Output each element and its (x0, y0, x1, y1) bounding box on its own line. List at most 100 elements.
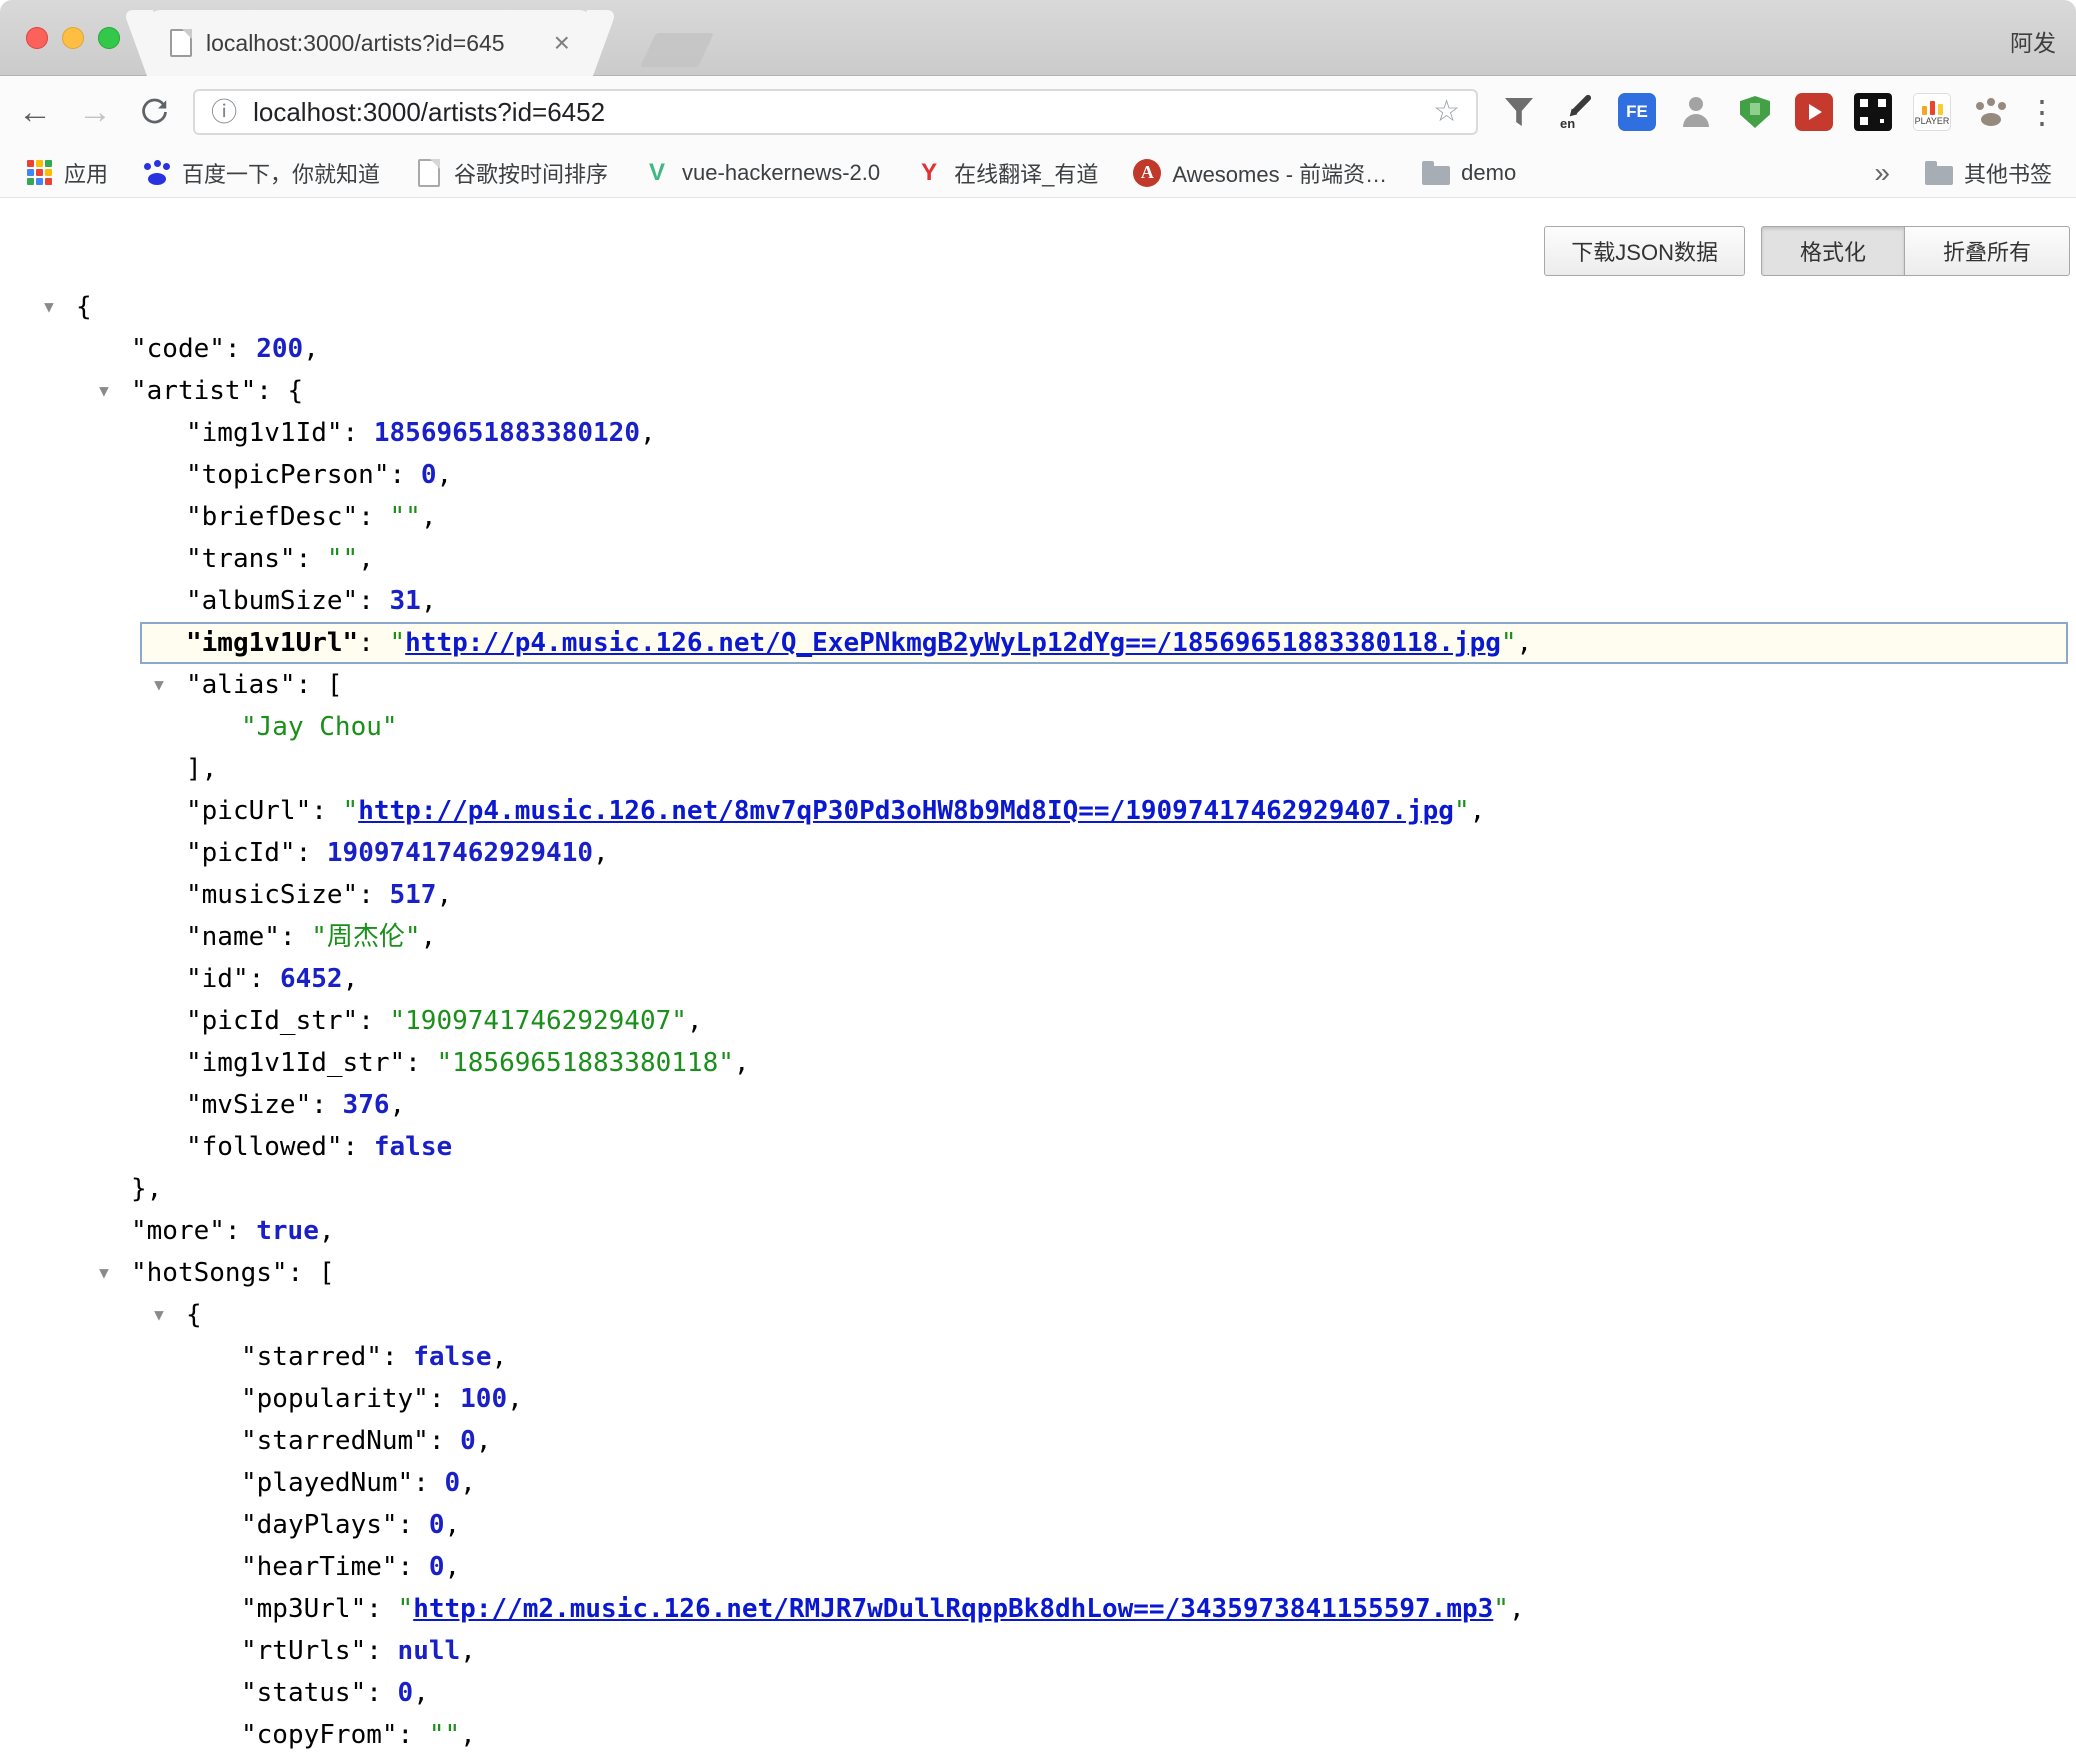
fullscreen-window-button[interactable] (98, 27, 120, 49)
fe-extension-icon[interactable]: FE (1618, 93, 1656, 131)
json-token-key: "picId_str" (186, 1006, 358, 1036)
paw-extension-icon[interactable] (1972, 93, 2010, 131)
json-token-key: "starredNum" (241, 1426, 429, 1456)
json-token-p: , (460, 1468, 476, 1498)
json-line: "mp3Url": "http://m2.music.126.net/RMJR7… (0, 1588, 2076, 1630)
json-token-p: : (398, 1720, 429, 1750)
json-token-str: "" (390, 502, 421, 532)
json-token-key: "topicPerson" (186, 460, 390, 490)
address-bar[interactable]: ⓘ localhost:3000/artists?id=6452 ☆ (193, 89, 1478, 135)
json-token-p: : (358, 880, 389, 910)
json-token-str: "周杰伦" (311, 922, 420, 952)
json-token-p: , (491, 1342, 507, 1372)
json-token-key: "picUrl" (186, 796, 311, 826)
json-token-key: "more" (131, 1216, 225, 1246)
json-tree: ▼{"code": 200,▼"artist": {"img1v1Id": 18… (0, 286, 2076, 1754)
tab-close-icon[interactable]: × (554, 29, 570, 57)
json-token-key: "picId" (186, 838, 296, 868)
json-line: "starredNum": 0, (0, 1420, 2076, 1462)
bookmark-awesomes[interactable]: A Awesomes - 前端资… (1132, 157, 1387, 189)
json-token-str: " (398, 1594, 414, 1624)
bookmark-star-icon[interactable]: ☆ (1433, 97, 1460, 127)
json-token-p: : [ (296, 670, 343, 700)
person-extension-icon[interactable] (1677, 93, 1715, 131)
json-token-str: "Jay Chou" (241, 712, 398, 742)
json-url-link[interactable]: http://p4.music.126.net/Q_ExePNkmgB2yWyL… (405, 628, 1501, 658)
collapse-triangle-icon[interactable]: ▼ (34, 286, 64, 328)
minimize-window-button[interactable] (62, 27, 84, 49)
json-line: "id": 6452, (0, 958, 2076, 1000)
json-token-key: "copyFrom" (241, 1720, 398, 1750)
funnel-extension-icon[interactable] (1500, 93, 1538, 131)
json-url-link[interactable]: http://p4.music.126.net/8mv7qP30Pd3oHW8b… (358, 796, 1454, 826)
back-button[interactable]: ← (18, 95, 52, 129)
json-url-link[interactable]: http://m2.music.126.net/RMJR7wDullRqppBk… (413, 1594, 1493, 1624)
awesomes-icon: A (1132, 158, 1162, 188)
json-token-p: , (1509, 1594, 1525, 1624)
bookmark-baidu[interactable]: 百度一下，你就知道 (142, 157, 380, 189)
browser-tab[interactable]: localhost:3000/artists?id=645 × (150, 10, 590, 76)
other-bookmarks-label: 其他书签 (1964, 157, 2052, 189)
vue-icon: V (642, 158, 672, 188)
close-window-button[interactable] (26, 27, 48, 49)
json-token-str: " (1493, 1594, 1509, 1624)
page-favicon-icon (170, 29, 192, 57)
json-token-p: : (358, 586, 389, 616)
json-viewer-toolbar: 下载JSON数据 格式化 折叠所有 (0, 226, 2070, 276)
bookmark-youdao-translate[interactable]: Y 在线翻译_有道 (914, 157, 1098, 189)
json-line: "albumSize": 31, (0, 580, 2076, 622)
json-token-p: , (358, 544, 374, 574)
youdao-pen-extension-icon[interactable]: en (1559, 93, 1597, 131)
json-token-key: "popularity" (241, 1384, 429, 1414)
json-line-highlighted: "img1v1Url": "http://p4.music.126.net/Q_… (140, 622, 2068, 664)
json-token-key: "hotSongs" (131, 1258, 288, 1288)
bookmark-google-sort[interactable]: 谷歌按时间排序 (414, 157, 608, 189)
site-info-icon[interactable]: ⓘ (211, 99, 237, 125)
bookmark-demo-folder[interactable]: demo (1421, 158, 1516, 188)
json-token-p: , (303, 334, 319, 364)
download-json-button[interactable]: 下载JSON数据 (1544, 226, 1745, 276)
collapse-triangle-icon[interactable]: ▼ (89, 370, 119, 412)
json-line: "dayPlays": 0, (0, 1504, 2076, 1546)
new-tab-button[interactable] (640, 33, 714, 67)
json-token-p: , (421, 922, 437, 952)
reload-button[interactable] (138, 95, 171, 129)
window-controls (26, 27, 120, 49)
player-extension-icon[interactable]: PLAYER (1913, 93, 1951, 131)
json-token-p: : { (256, 376, 303, 406)
shield-extension-icon[interactable] (1736, 93, 1774, 131)
baidu-paw-icon (142, 158, 172, 188)
json-line: "status": 0, (0, 1672, 2076, 1714)
format-button[interactable]: 格式化 (1761, 226, 1905, 276)
youtube-extension-icon[interactable] (1795, 93, 1833, 131)
json-token-key: "mp3Url" (241, 1594, 366, 1624)
json-token-str: "19097417462929407" (390, 1006, 687, 1036)
collapse-triangle-icon[interactable]: ▼ (89, 1252, 119, 1294)
json-token-key: "img1v1Id_str" (186, 1048, 405, 1078)
collapse-triangle-icon[interactable]: ▼ (144, 1294, 174, 1336)
json-token-p: : (413, 1468, 444, 1498)
chrome-menu-icon[interactable]: ⋮ (2026, 96, 2058, 128)
forward-button[interactable]: → (78, 95, 112, 129)
json-token-p: , (421, 586, 437, 616)
bookmarks-overflow-chevron[interactable]: » (1874, 157, 1890, 189)
qr-code-extension-icon[interactable] (1854, 93, 1892, 131)
collapse-all-button[interactable]: 折叠所有 (1904, 226, 2070, 276)
json-token-p: { (186, 1300, 202, 1330)
youdao-icon: Y (914, 158, 944, 188)
json-token-key: "name" (186, 922, 280, 952)
profile-name[interactable]: 阿发 (2010, 24, 2056, 58)
json-token-p: , (319, 1216, 335, 1246)
view-mode-segmented-control: 格式化 折叠所有 (1761, 226, 2070, 276)
url-text[interactable]: localhost:3000/artists?id=6452 (253, 97, 1433, 128)
json-line: "hearTime": 0, (0, 1546, 2076, 1588)
browser-window: localhost:3000/artists?id=645 × 阿发 ← → ⓘ… (0, 0, 2076, 1754)
other-bookmarks[interactable]: 其他书签 (1924, 157, 2052, 189)
bookmark-vue-hackernews[interactable]: V vue-hackernews-2.0 (642, 158, 880, 188)
json-token-p: : (311, 796, 342, 826)
json-token-num: 0 (421, 460, 437, 490)
collapse-triangle-icon[interactable]: ▼ (144, 664, 174, 706)
json-token-p: ], (186, 754, 217, 784)
bookmark-apps[interactable]: 应用 (24, 157, 108, 189)
apps-grid-icon (24, 158, 54, 188)
